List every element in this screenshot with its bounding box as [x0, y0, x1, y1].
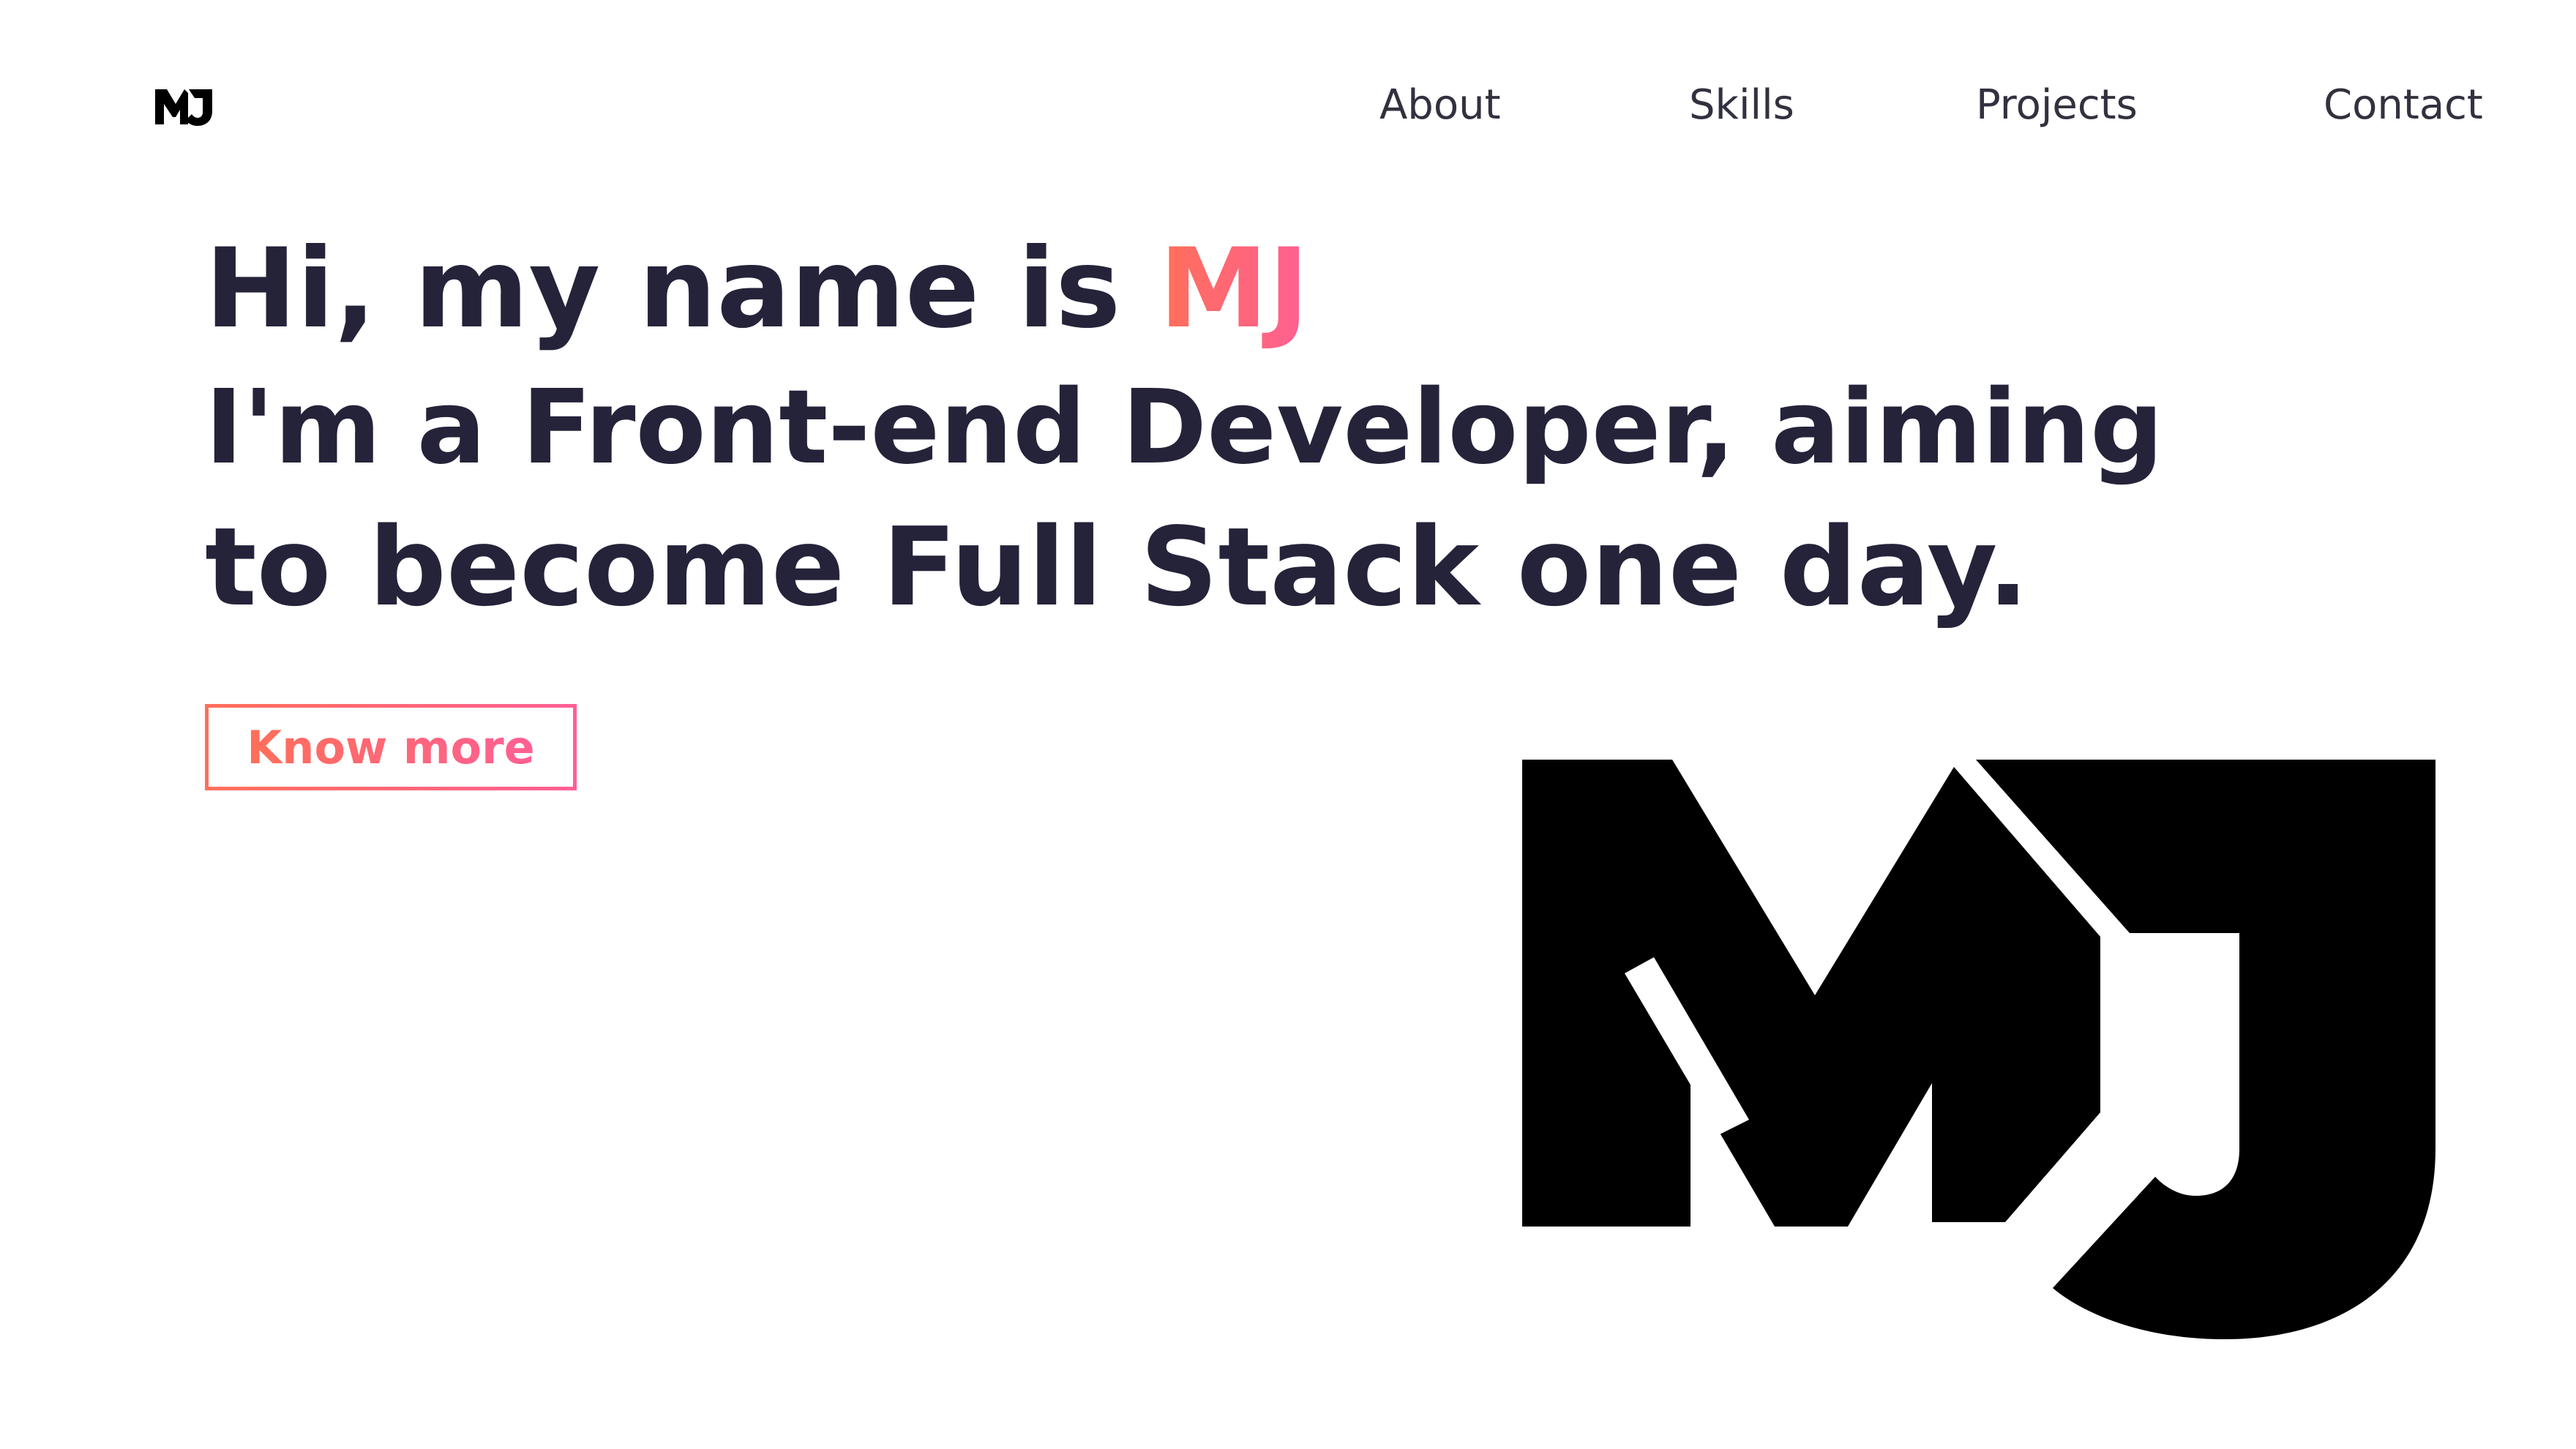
hero-greeting: Hi, my name is MJ [205, 220, 2400, 359]
hero-logo-icon [1522, 760, 2435, 1339]
nav-link-contact[interactable]: Contact [2324, 76, 2483, 135]
greeting-prefix: Hi, my name is [205, 225, 1159, 353]
main-nav: About Skills Projects Contact [0, 76, 2576, 135]
know-more-label: Know more [247, 720, 535, 774]
hero-tagline-line-1: I'm a Front-end Developer, aiming [205, 368, 2164, 487]
know-more-button[interactable]: Know more [205, 704, 577, 790]
nav-link-skills[interactable]: Skills [1689, 76, 1794, 135]
hero-name-highlight: MJ [1158, 225, 1309, 353]
nav-link-projects[interactable]: Projects [1976, 76, 2138, 135]
hero-tagline-line-2: to become Full Stack one day. [205, 504, 2029, 630]
nav-link-about[interactable]: About [1379, 76, 1501, 135]
hero-section: Hi, my name is MJ I'm a Front-end Develo… [205, 220, 2400, 637]
